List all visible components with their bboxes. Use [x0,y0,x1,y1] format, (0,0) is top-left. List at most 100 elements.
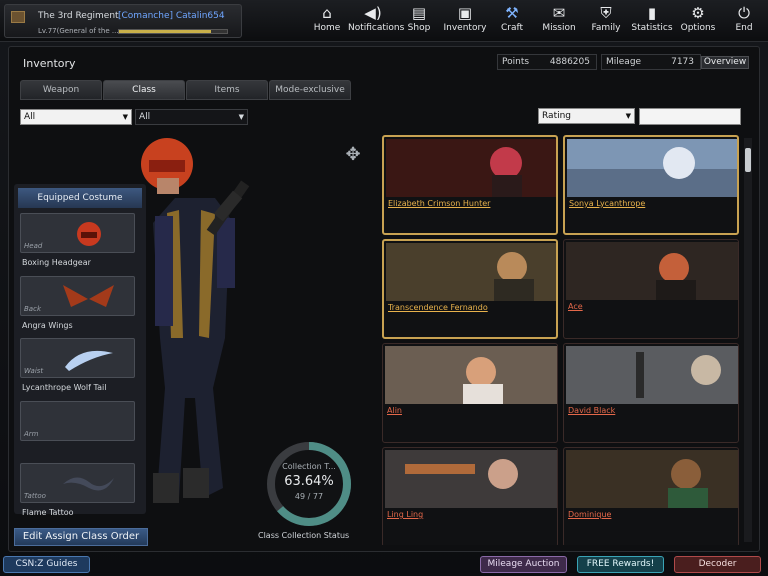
nav-label: Home [313,23,341,33]
character-name: David Black [568,406,616,415]
nav-label: Options [680,23,716,33]
nav-shop[interactable]: ▤ Shop [404,3,434,39]
slot-category: Head [24,242,43,250]
slot-item-name: Boxing Headgear [22,258,91,267]
character-portrait [386,139,556,197]
shop-icon: ▤ [411,4,427,22]
nav-notifications[interactable]: ◀) Notifications [348,3,404,39]
character-portrait [386,243,556,301]
player-name: [Comanche] Catalin654 [118,11,225,21]
clan-emblem-icon [11,11,25,23]
filter-value: All [24,112,36,122]
costume-slot-back[interactable]: Back [20,276,135,316]
nav-statistics[interactable]: ▮ Statistics [630,3,674,39]
decoder-button[interactable]: Decoder [674,556,761,573]
shield-icon: ⛨ [600,4,612,22]
character-name: Ling Ling [387,510,424,519]
character-card[interactable]: Alin [382,343,558,443]
slot-category: Back [24,305,41,313]
character-card[interactable]: David Black [563,343,739,443]
overview-button[interactable]: Overview [701,56,749,69]
chevron-down-icon: ▼ [122,113,128,121]
sort-value: Rating [542,111,572,121]
mileage-auction-button[interactable]: Mileage Auction [480,556,567,573]
costume-slot-waist[interactable]: Waist [20,338,135,378]
filter-select-middle[interactable]: All ▼ [135,109,248,125]
character-card[interactable]: Ling Ling [382,447,558,545]
filter-value: All [139,112,151,122]
nav-mission[interactable]: ✉ Mission [539,3,579,39]
slot-category: Arm [24,430,39,438]
sort-select[interactable]: Rating ▼ [538,108,635,124]
slot-item-name: Flame Tattoo [22,508,74,517]
nav-end[interactable]: ⏻ End [730,3,758,39]
nav-family[interactable]: ⛨ Family [589,3,623,39]
clan-name: The 3rd Regiment [38,11,119,21]
mission-icon: ✉ [552,4,566,22]
top-bar: The 3rd Regiment [Comanche] Catalin654 L… [0,0,768,42]
craft-icon: ⚒ [505,4,519,22]
tab-items[interactable]: Items [186,80,268,100]
character-portrait [567,139,737,197]
collection-count: 49 / 77 [294,492,324,501]
collection-percent: 63.64% [284,474,334,489]
character-name: Sonya Lycanthrope [569,199,646,208]
character-name: Elizabeth Crimson Hunter [388,199,491,208]
costume-slot-head[interactable]: Head [20,213,135,253]
character-portrait [566,242,738,300]
equipped-costume-title: Equipped Costume [18,188,142,208]
character-grid: Elizabeth Crimson Hunter Sonya Lycanthro… [382,135,740,545]
character-card[interactable]: Ace [563,239,739,339]
slot-item-name: Lycanthrope Wolf Tail [22,383,107,392]
speaker-icon: ◀) [364,4,382,22]
character-portrait [566,346,738,404]
tab-class[interactable]: Class [103,80,185,100]
nav-options[interactable]: ⚙ Options [679,3,717,39]
nav-craft[interactable]: ⚒ Craft [497,3,527,39]
free-rewards-button[interactable]: FREE Rewards! [577,556,664,573]
boxing-headgear-icon [77,222,101,246]
nav-label: Craft [500,23,524,33]
tab-weapon[interactable]: Weapon [20,80,102,100]
filter-select-left[interactable]: All ▼ [20,109,132,125]
character-card[interactable]: Dominique [563,447,739,545]
points-label: Points [502,57,530,67]
nav-label: End [735,23,753,33]
edit-assign-class-order-button[interactable]: Edit Assign Class Order [14,528,148,546]
wolf-tail-icon [65,350,113,371]
guides-button[interactable]: CSN:Z Guides [3,556,90,573]
points-display: Points 4886205 [497,54,597,70]
class-collection-status: Class Collection Status [258,531,350,540]
gear-icon: ⚙ [691,4,705,22]
costume-slot-arm[interactable]: Arm [20,401,135,441]
slot-item-name: Angra Wings [22,321,73,330]
character-portrait [385,346,557,404]
character-name: Transcendence Fernando [388,303,488,312]
costume-slot-tattoo[interactable]: Tattoo [20,463,135,503]
power-icon: ⏻ [738,4,750,22]
tab-mode-exclusive[interactable]: Mode-exclusive [269,80,351,100]
character-grid-scrollbar[interactable] [744,138,752,542]
character-card[interactable]: Elizabeth Crimson Hunter [382,135,558,235]
nav-label: Family [591,23,621,33]
character-name: Ace [568,302,583,311]
briefcase-icon: ▣ [457,4,473,22]
player-card[interactable]: The 3rd Regiment [Comanche] Catalin654 L… [4,4,242,38]
game-window: The 3rd Regiment [Comanche] Catalin654 L… [0,0,768,576]
scrollbar-thumb[interactable] [745,148,751,172]
nav-inventory[interactable]: ▣ Inventory [442,3,488,39]
move-view-icon[interactable]: ✥ [340,142,366,168]
nav-label: Notifications [348,23,405,33]
home-icon: ⌂ [322,4,332,22]
bar-chart-icon: ▮ [647,4,657,22]
mileage-label: Mileage [606,57,642,67]
nav-label: Mission [542,23,576,33]
nav-label: Inventory [443,23,487,33]
character-card[interactable]: Sonya Lycanthrope [563,135,739,235]
nav-label: Statistics [631,23,673,33]
nav-home[interactable]: ⌂ Home [312,3,342,39]
search-input[interactable] [639,108,741,125]
slot-category: Waist [24,367,44,375]
character-card[interactable]: Transcendence Fernando [382,239,558,339]
character-portrait [566,450,738,508]
